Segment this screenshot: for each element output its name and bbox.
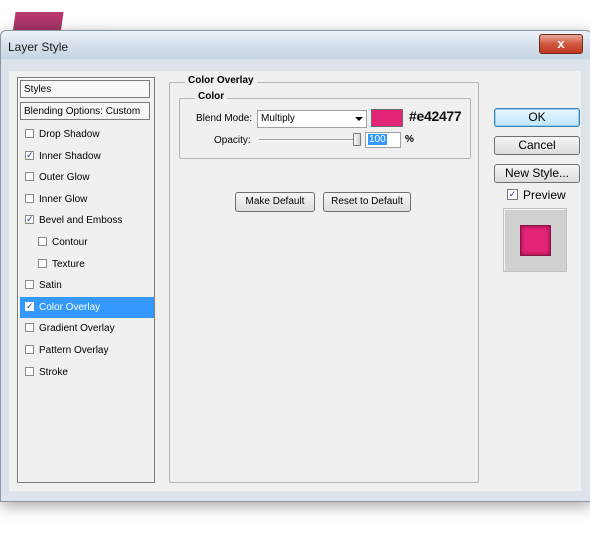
- style-item[interactable]: Stroke: [20, 362, 154, 383]
- blend-mode-label: Blend Mode:: [196, 113, 253, 124]
- style-item-label: Inner Glow: [39, 193, 88, 205]
- new-style-button[interactable]: New Style...: [494, 164, 580, 183]
- style-item-label: Stroke: [39, 366, 68, 378]
- style-checkbox[interactable]: [25, 193, 34, 203]
- style-item-label: Inner Shadow: [39, 150, 101, 162]
- style-checkbox[interactable]: [25, 366, 34, 376]
- style-item-label: Gradient Overlay: [39, 323, 115, 335]
- style-checkbox[interactable]: [25, 172, 34, 182]
- style-item[interactable]: ✓ Bevel and Emboss: [20, 210, 154, 231]
- style-checkbox[interactable]: ✓: [25, 150, 34, 160]
- dialog-client: Styles Blending Options: Custom Drop Sha…: [9, 71, 581, 491]
- style-item-label: Texture: [52, 258, 85, 270]
- blend-mode-value: Multiply: [261, 113, 295, 124]
- reset-to-default-button[interactable]: Reset to Default: [323, 192, 411, 212]
- preview-swatch: [520, 225, 551, 256]
- style-item[interactable]: Drop Shadow: [20, 124, 154, 145]
- chevron-down-icon: [355, 117, 363, 121]
- style-item[interactable]: ✓ Color Overlay: [20, 296, 154, 318]
- color-subgroup-title: Color: [195, 91, 228, 102]
- styles-panel: Styles Blending Options: Custom Drop Sha…: [17, 77, 155, 483]
- style-item-label: Color Overlay: [39, 301, 101, 313]
- close-button[interactable]: x: [539, 34, 583, 54]
- title-bar[interactable]: Layer Style x: [1, 31, 590, 59]
- color-hex-annotation: #e42477: [409, 108, 462, 124]
- style-checkbox[interactable]: [25, 280, 34, 290]
- preview-checkbox[interactable]: ✓: [507, 189, 518, 200]
- style-item-label: Pattern Overlay: [39, 345, 109, 356]
- cancel-button[interactable]: Cancel: [494, 136, 580, 155]
- opacity-value: 100: [368, 134, 387, 145]
- opacity-slider-thumb[interactable]: [353, 133, 361, 146]
- opacity-input[interactable]: 100: [365, 132, 401, 148]
- style-checkbox[interactable]: [25, 323, 34, 333]
- overlay-color-swatch[interactable]: [371, 109, 403, 127]
- style-checkbox[interactable]: ✓: [25, 301, 34, 311]
- preview-box: [503, 208, 567, 272]
- style-item[interactable]: Inner Glow: [20, 189, 154, 210]
- style-item[interactable]: Contour: [20, 232, 154, 253]
- style-checkbox[interactable]: [25, 129, 34, 138]
- styles-header[interactable]: Styles: [20, 80, 150, 98]
- style-checkbox[interactable]: [25, 345, 34, 354]
- style-item-label: Outer Glow: [39, 172, 90, 184]
- style-item[interactable]: Outer Glow: [20, 167, 154, 188]
- opacity-label: Opacity:: [214, 135, 251, 146]
- style-item[interactable]: Texture: [20, 254, 154, 275]
- style-checkbox[interactable]: ✓: [25, 215, 34, 225]
- style-item-label: Contour: [52, 237, 88, 248]
- style-item[interactable]: Pattern Overlay: [20, 340, 154, 361]
- style-item-label: Drop Shadow: [39, 129, 100, 140]
- style-checkbox[interactable]: [38, 237, 47, 246]
- style-checkbox[interactable]: [38, 258, 47, 268]
- opacity-unit: %: [405, 134, 414, 145]
- style-item[interactable]: ✓ Inner Shadow: [20, 146, 154, 167]
- make-default-button[interactable]: Make Default: [235, 192, 315, 212]
- style-item[interactable]: Satin: [20, 275, 154, 296]
- ok-button[interactable]: OK: [494, 108, 580, 127]
- blend-mode-select[interactable]: Multiply: [257, 110, 367, 128]
- style-item[interactable]: Gradient Overlay: [20, 318, 154, 339]
- preview-label: Preview: [523, 188, 566, 202]
- color-overlay-title: Color Overlay: [185, 75, 257, 86]
- blending-options-item[interactable]: Blending Options: Custom: [20, 102, 150, 120]
- style-item-label: Bevel and Emboss: [39, 215, 123, 227]
- style-item-label: Satin: [39, 280, 62, 292]
- layer-style-dialog: Layer Style x Styles Blending Options: C…: [0, 30, 590, 502]
- window-title: Layer Style: [8, 40, 69, 54]
- opacity-slider-track[interactable]: [259, 139, 359, 141]
